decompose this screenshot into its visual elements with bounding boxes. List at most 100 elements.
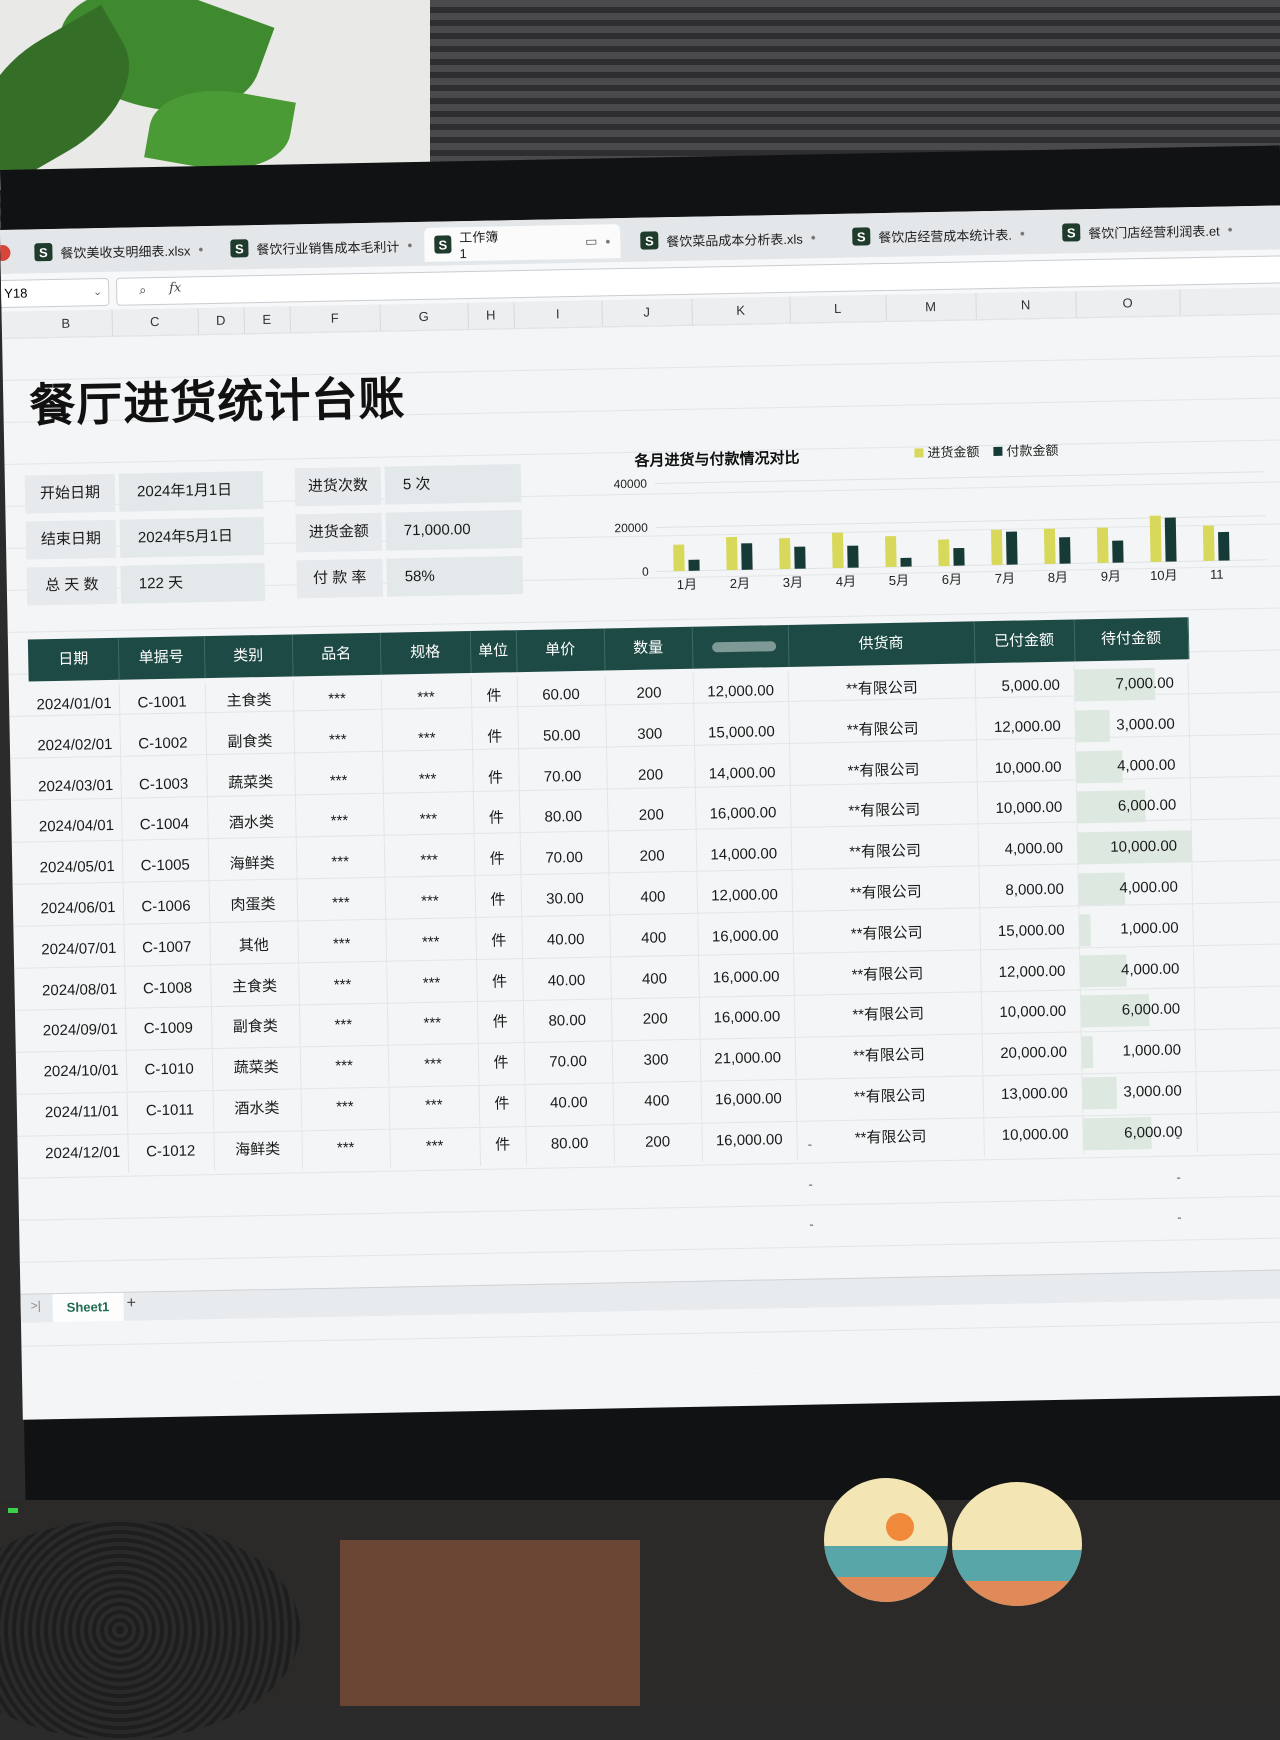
table-cell[interactable]: 副食类 <box>205 721 296 763</box>
purchase-bar[interactable] <box>1043 528 1056 565</box>
table-cell[interactable]: C-1001 <box>118 682 207 724</box>
table-cell[interactable]: *** <box>300 1086 391 1129</box>
close-icon[interactable]: • <box>605 233 610 249</box>
table-cell[interactable]: *** <box>295 801 385 843</box>
table-cell[interactable]: 主食类 <box>210 965 300 1008</box>
close-icon[interactable]: • <box>198 241 203 257</box>
table-cell[interactable]: 件 <box>477 1043 526 1085</box>
table-cell[interactable]: 1,000.00 <box>1081 1030 1197 1073</box>
close-icon[interactable]: • <box>407 237 412 253</box>
table-cell[interactable]: *** <box>380 677 473 719</box>
table-cell[interactable]: *** <box>384 880 477 923</box>
table-cell[interactable]: *** <box>382 758 475 801</box>
table-cell[interactable]: 200 <box>607 835 698 878</box>
table-cell[interactable]: *** <box>296 882 387 925</box>
app-icon[interactable] <box>0 244 11 262</box>
table-cell[interactable]: 21,000.00 <box>699 1038 797 1080</box>
table-cell[interactable]: 4,000.00 <box>977 828 1079 871</box>
table-cell[interactable]: 蔬菜类 <box>206 762 297 804</box>
monitor-icon[interactable]: ▭ <box>585 234 598 250</box>
table-cell[interactable]: 3,000.00 <box>1082 1071 1198 1114</box>
table-cell[interactable]: C-1008 <box>124 967 212 1010</box>
table-cell[interactable]: 件 <box>476 1002 525 1044</box>
purchase-bar[interactable] <box>726 536 738 571</box>
table-cell[interactable]: C-1009 <box>124 1008 213 1051</box>
table-cell[interactable]: *** <box>386 962 478 1005</box>
start-date-value[interactable]: 2024年1月1日 <box>118 471 264 512</box>
table-cell[interactable]: 16,000.00 <box>700 1078 798 1121</box>
purchase-bar[interactable] <box>831 532 844 569</box>
payment-bar[interactable] <box>794 546 806 569</box>
table-cell[interactable]: 80.00 <box>525 1123 616 1165</box>
table-cell[interactable]: 14,000.00 <box>695 834 793 876</box>
table-cell[interactable]: 30.00 <box>520 878 611 921</box>
table-cell[interactable]: 15,000.00 <box>979 910 1081 953</box>
payment-bar[interactable] <box>1218 531 1230 561</box>
tab-4[interactable]: S 餐饮菜品成本分析表.xls • <box>630 220 843 258</box>
table-cell[interactable]: 2024/03/01 <box>30 765 123 808</box>
table-cell[interactable]: **有限公司 <box>791 830 980 875</box>
sheet-nav-icon[interactable]: >| <box>31 1298 41 1312</box>
name-box[interactable]: Y18 ⌄ <box>0 277 110 309</box>
zoom-icon[interactable]: ⌕ <box>139 282 147 298</box>
table-cell[interactable]: *** <box>299 1045 390 1088</box>
purchase-bar[interactable] <box>779 538 791 570</box>
column-header[interactable]: K <box>691 296 791 325</box>
table-cell[interactable]: C-1002 <box>119 722 208 765</box>
table-cell[interactable]: C-1003 <box>120 763 209 806</box>
table-cell[interactable]: *** <box>297 923 388 966</box>
tab-1[interactable]: S 餐饮美收支明细表.xlsx • <box>24 232 221 270</box>
table-cell[interactable]: 200 <box>606 754 696 797</box>
table-cell[interactable]: 20,000.00 <box>981 1032 1083 1075</box>
table-cell[interactable]: *** <box>295 841 386 884</box>
table-cell[interactable]: 60.00 <box>516 674 607 717</box>
table-cell[interactable]: C-1006 <box>122 886 211 928</box>
table-cell[interactable]: 其他 <box>209 925 300 967</box>
table-cell[interactable]: 12,000.00 <box>975 706 1077 749</box>
table-cell[interactable]: 2024/04/01 <box>31 806 123 848</box>
purchase-payment-chart[interactable]: 各月进货与付款情况对比 进货金额 付款金额 0 20000 40000 1月 2月 3月 4… <box>613 437 1280 625</box>
table-cell[interactable]: 2024/05/01 <box>31 846 124 889</box>
table-cell[interactable]: 件 <box>473 839 522 881</box>
table-cell[interactable]: 200 <box>610 999 701 1041</box>
payment-bar[interactable] <box>1059 537 1071 564</box>
table-cell[interactable]: 4,000.00 <box>1078 867 1194 910</box>
table-cell[interactable]: 10,000.00 <box>976 787 1078 830</box>
column-header[interactable]: O <box>1075 289 1181 318</box>
table-cell[interactable]: 80.00 <box>519 796 609 839</box>
table-cell[interactable]: 4,000.00 <box>1076 744 1191 788</box>
table-cell[interactable]: *** <box>292 678 383 721</box>
purchase-bar[interactable] <box>1096 527 1109 563</box>
table-cell[interactable]: *** <box>386 1003 479 1046</box>
table-cell[interactable]: 10,000.00 <box>1077 826 1193 869</box>
sheet-tab[interactable]: Sheet1 <box>52 1292 124 1323</box>
purchase-bar[interactable] <box>885 536 897 568</box>
purchase-bar[interactable] <box>990 529 1003 566</box>
table-cell[interactable]: **有限公司 <box>795 1034 984 1079</box>
table-cell[interactable]: **有限公司 <box>794 993 983 1038</box>
table-cell[interactable]: *** <box>301 1127 392 1170</box>
table-cell[interactable]: 7,000.00 <box>1074 663 1190 706</box>
table-cell[interactable]: 2024/02/01 <box>29 724 122 767</box>
column-header[interactable]: J <box>601 298 693 327</box>
payment-bar[interactable] <box>1005 531 1018 565</box>
table-cell[interactable]: 12,000.00 <box>692 670 790 713</box>
table-cell[interactable]: 主食类 <box>204 680 295 723</box>
table-cell[interactable]: 6,000.00 <box>1083 1111 1198 1155</box>
column-header[interactable]: D <box>197 307 246 335</box>
payment-bar[interactable] <box>953 547 965 566</box>
table-cell[interactable]: 70.00 <box>523 1041 614 1084</box>
table-cell[interactable]: 50.00 <box>517 715 608 757</box>
chevron-down-icon[interactable]: ⌄ <box>93 279 103 305</box>
table-cell[interactable]: 10,000.00 <box>976 747 1077 789</box>
table-cell[interactable]: C-1012 <box>127 1130 216 1173</box>
table-cell[interactable]: 15,000.00 <box>693 711 791 754</box>
table-cell[interactable]: 6,000.00 <box>1076 785 1192 828</box>
table-cell[interactable]: 200 <box>606 795 697 837</box>
table-cell[interactable]: 件 <box>478 1084 527 1125</box>
table-cell[interactable]: 件 <box>471 716 520 758</box>
table-cell[interactable]: 件 <box>475 920 524 962</box>
table-cell[interactable]: **有限公司 <box>790 748 978 793</box>
table-cell[interactable]: 300 <box>611 1039 702 1082</box>
column-header[interactable]: M <box>885 293 977 322</box>
